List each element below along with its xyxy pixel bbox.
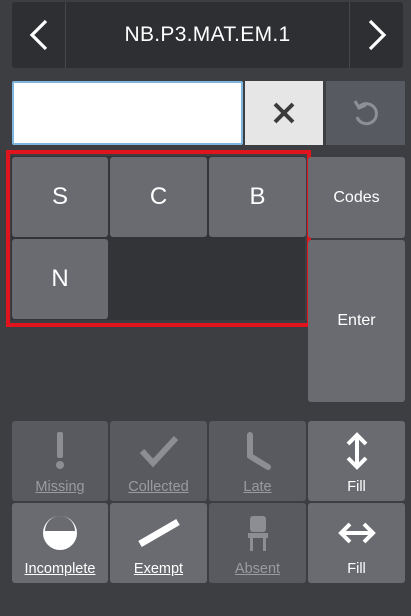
late-button[interactable]: Late bbox=[209, 421, 306, 501]
chevron-left-icon bbox=[29, 19, 47, 51]
enter-button[interactable]: Enter bbox=[308, 240, 405, 402]
next-button[interactable] bbox=[349, 2, 403, 68]
fill-vertical-label: Fill bbox=[347, 479, 366, 495]
close-icon bbox=[273, 102, 295, 124]
missing-button[interactable]: Missing bbox=[12, 421, 108, 501]
page-title: NB.P3.MAT.EM.1 bbox=[124, 23, 291, 46]
code-entry-input[interactable] bbox=[12, 81, 243, 145]
clock-hand-icon bbox=[244, 429, 272, 473]
undo-icon bbox=[353, 100, 378, 126]
exempt-label: Exempt bbox=[133, 561, 184, 577]
fill-horizontal-button[interactable]: Fill bbox=[308, 503, 405, 583]
horizontal-arrows-icon bbox=[337, 511, 376, 555]
half-circle-icon bbox=[40, 511, 80, 555]
slash-icon bbox=[136, 511, 182, 555]
checkmark-icon bbox=[139, 429, 179, 473]
header-bar: NB.P3.MAT.EM.1 bbox=[12, 2, 403, 68]
absent-label: Absent bbox=[234, 561, 281, 577]
late-label: Late bbox=[243, 479, 272, 495]
absent-button[interactable]: Absent bbox=[209, 503, 306, 583]
highlight-box bbox=[6, 150, 311, 327]
collected-button[interactable]: Collected bbox=[110, 421, 207, 501]
incomplete-button[interactable]: Incomplete bbox=[12, 503, 108, 583]
undo-button[interactable] bbox=[326, 81, 405, 145]
collected-label: Collected bbox=[128, 479, 189, 495]
fill-horizontal-label: Fill bbox=[347, 561, 366, 577]
fill-vertical-button[interactable]: Fill bbox=[308, 421, 405, 501]
vertical-arrows-icon bbox=[344, 429, 370, 473]
chair-icon bbox=[247, 511, 269, 555]
codes-button[interactable]: Codes bbox=[308, 157, 405, 238]
exclamation-icon bbox=[53, 429, 67, 473]
incomplete-label: Incomplete bbox=[24, 561, 96, 577]
previous-button[interactable] bbox=[12, 2, 66, 68]
missing-label: Missing bbox=[35, 479, 85, 495]
exempt-button[interactable]: Exempt bbox=[110, 503, 207, 583]
chevron-right-icon bbox=[368, 19, 386, 51]
clear-button[interactable] bbox=[245, 81, 323, 145]
